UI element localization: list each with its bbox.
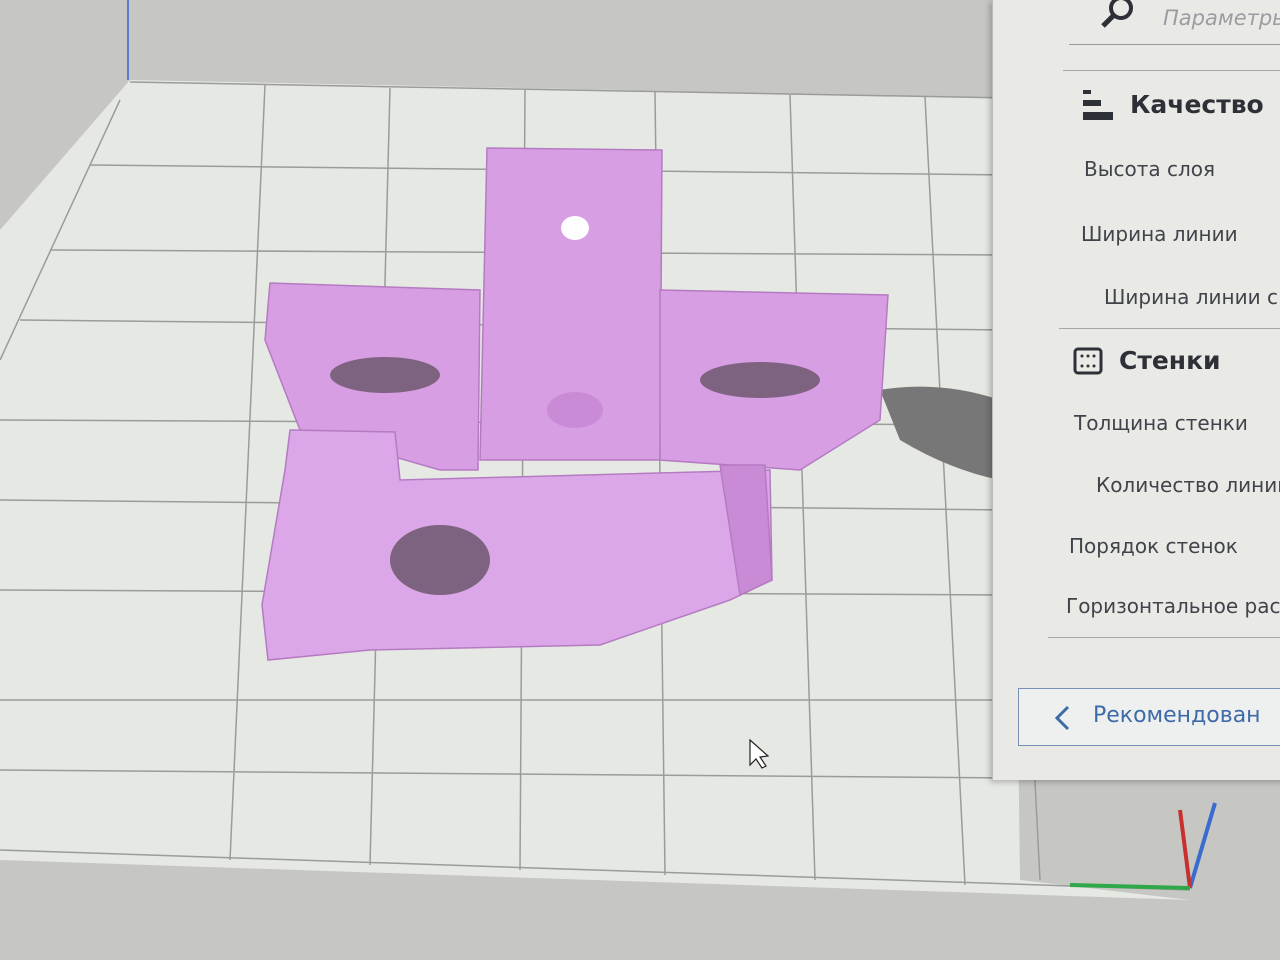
setting-wall-line-count[interactable]: Количество линий [1096, 473, 1280, 497]
setting-line-width[interactable]: Ширина линии [1081, 222, 1238, 246]
setting-layer-height[interactable]: Высота слоя [1084, 157, 1215, 181]
category-walls[interactable]: Стенки [1119, 346, 1221, 375]
settings-search[interactable]: Параметры [1069, 0, 1280, 45]
search-icon [1101, 0, 1133, 28]
search-input[interactable]: Параметры [1163, 6, 1280, 30]
category-quality[interactable]: Качество [1130, 90, 1264, 119]
recommended-button-label: Рекомендован [1093, 703, 1261, 728]
walls-icon [1073, 347, 1103, 375]
setting-wall-order[interactable]: Порядок стенок [1069, 534, 1238, 558]
setting-horizontal-expansion[interactable]: Горизонтальное расш [1066, 594, 1280, 618]
setting-wall-line-width[interactable]: Ширина линии с [1104, 285, 1278, 309]
chevron-left-icon [1054, 705, 1070, 731]
recommended-button[interactable]: Рекомендован [1018, 688, 1280, 746]
setting-wall-thickness[interactable]: Толщина стенки [1074, 411, 1248, 435]
print-settings-panel: Параметры Качество Высота слоя Ширина ли… [992, 0, 1280, 780]
quality-icon [1083, 90, 1113, 120]
